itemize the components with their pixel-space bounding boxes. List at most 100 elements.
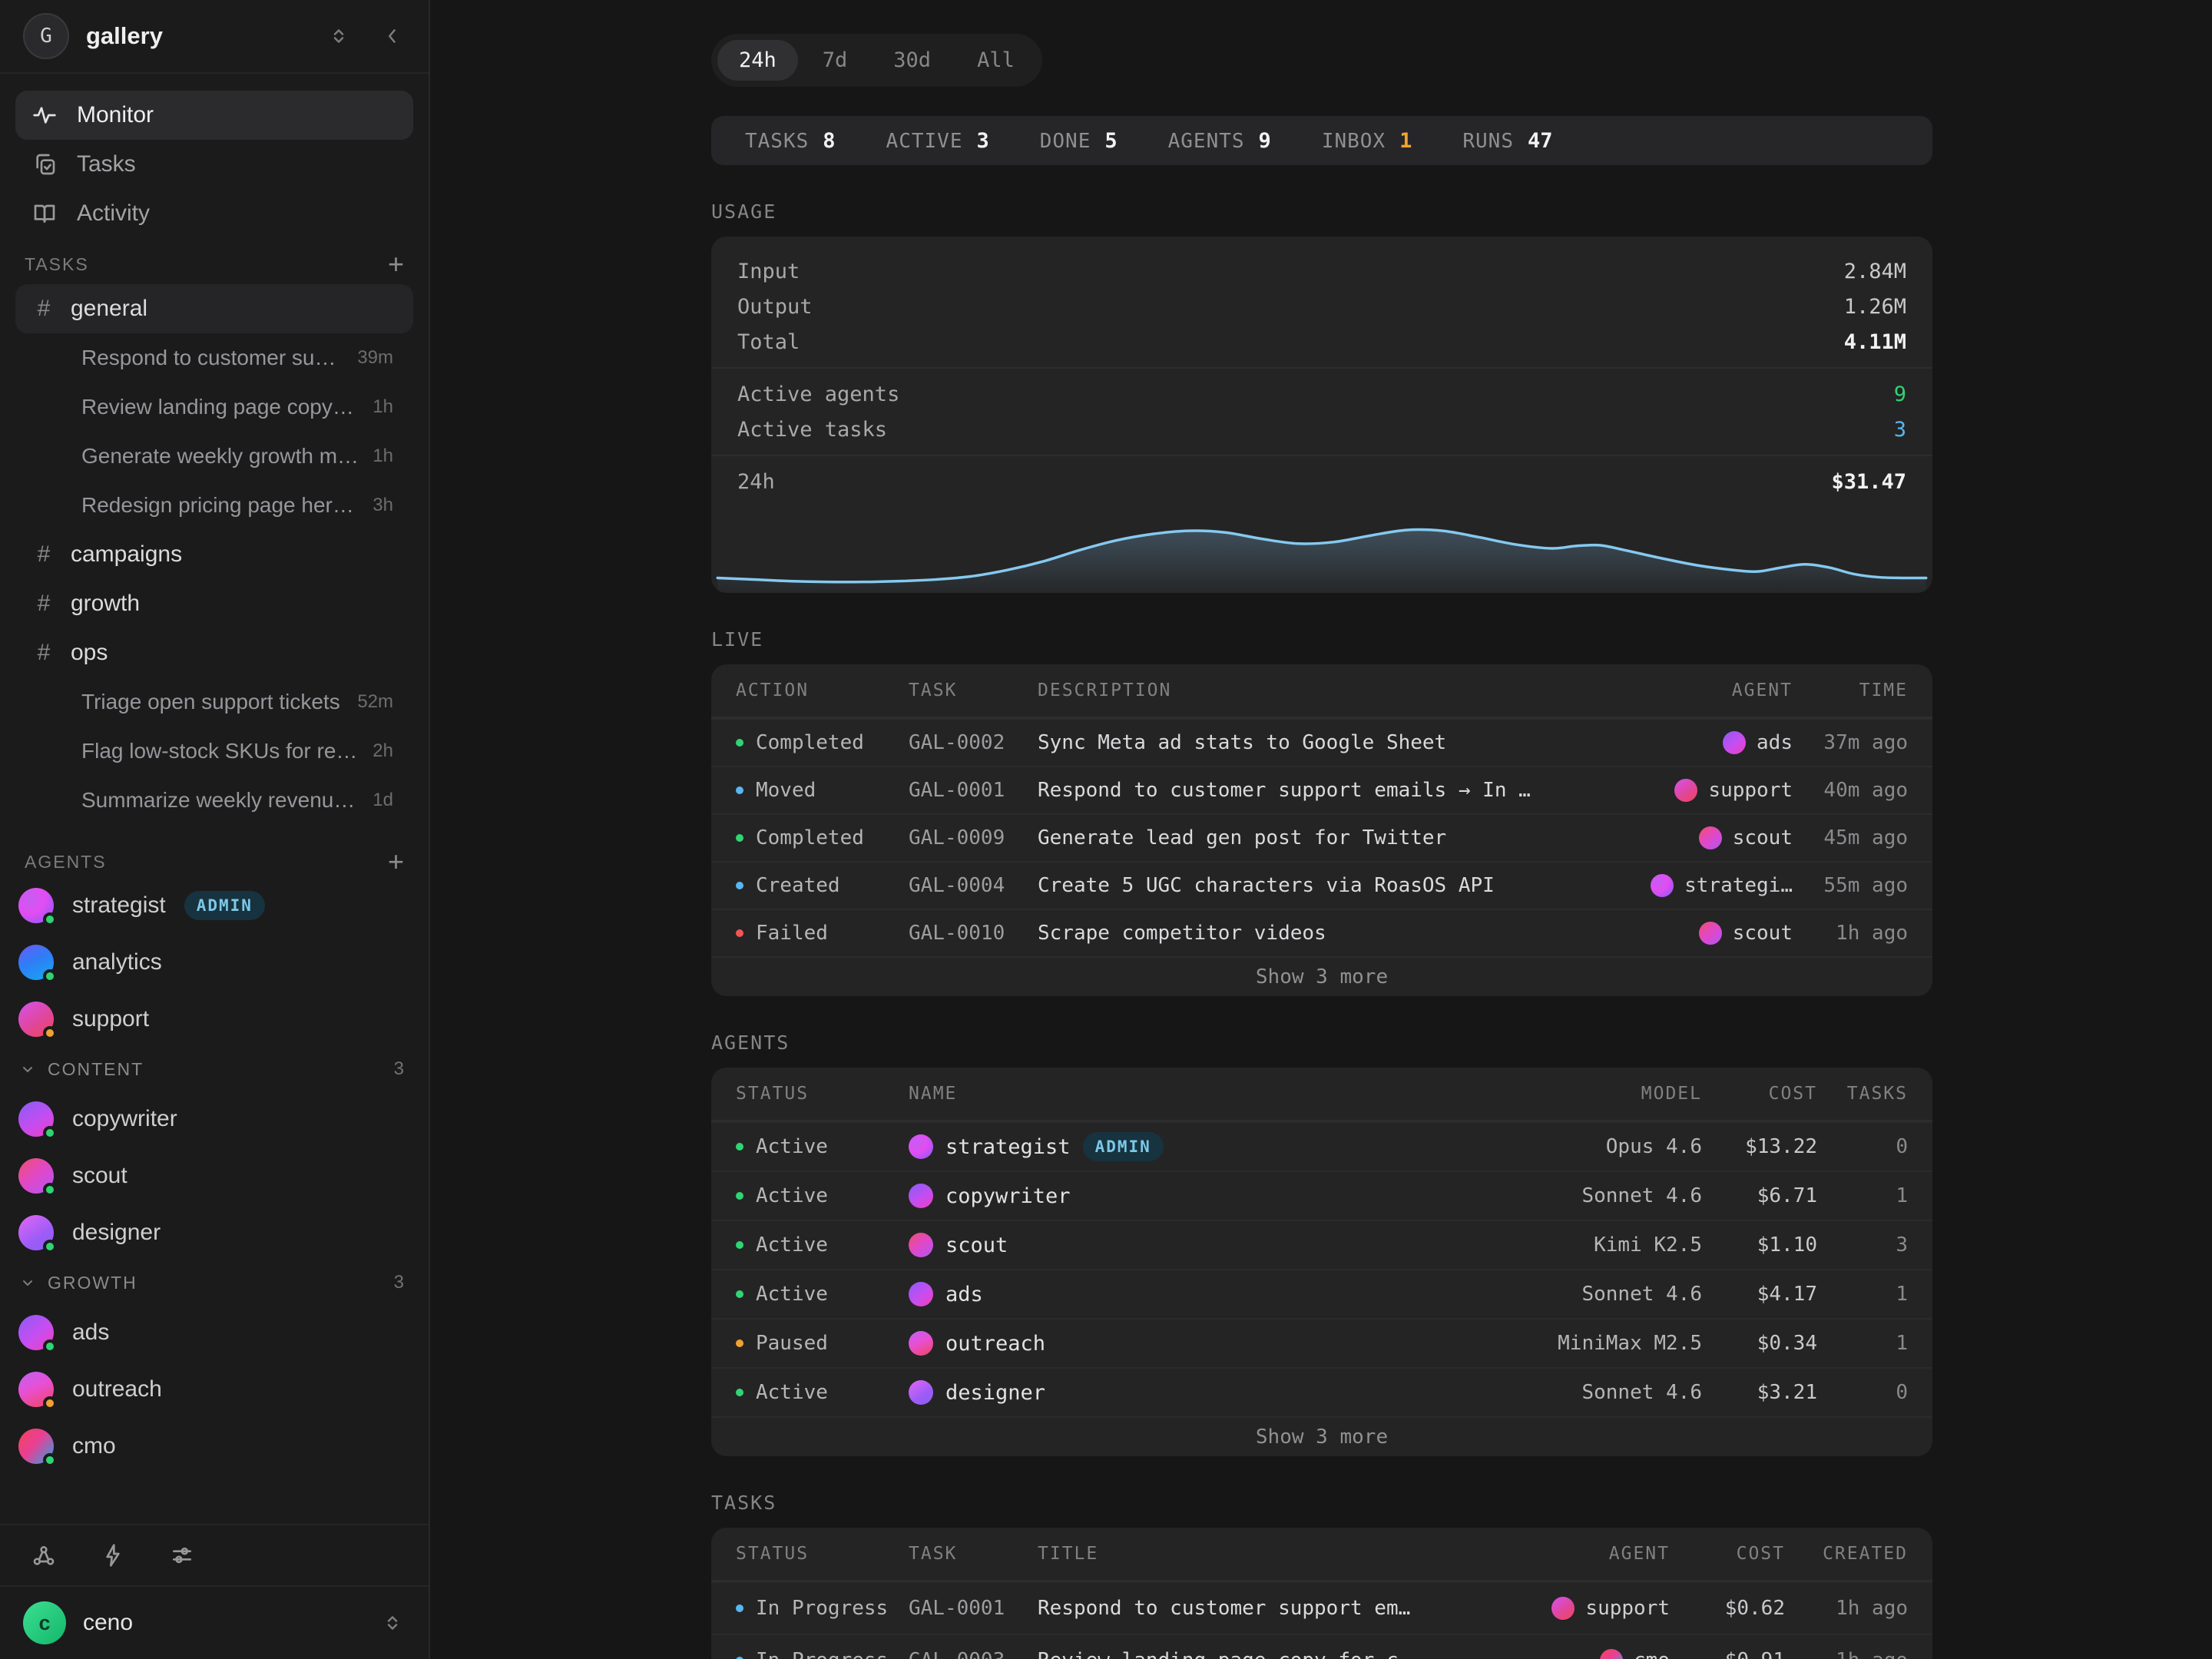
avatar bbox=[18, 1429, 54, 1464]
live-row[interactable]: Completed GAL-0002 Sync Meta ad stats to… bbox=[711, 718, 1932, 766]
agent-row[interactable]: Active designer Sonnet 4.6 $3.21 0 bbox=[711, 1367, 1932, 1416]
avatar bbox=[909, 1184, 933, 1208]
sidebar-agent-scout[interactable]: scout bbox=[0, 1147, 429, 1204]
lightning-icon[interactable] bbox=[100, 1542, 126, 1568]
sidebar-agent-copywriter[interactable]: copywriter bbox=[0, 1091, 429, 1147]
stat-inbox[interactable]: INBOX1 bbox=[1322, 129, 1412, 153]
stat-tasks[interactable]: TASKS8 bbox=[745, 129, 836, 153]
sidebar-task[interactable]: Triage open support tickets 52m bbox=[15, 677, 413, 727]
stat-agents[interactable]: AGENTS9 bbox=[1168, 129, 1271, 153]
tab-all[interactable]: All bbox=[955, 40, 1036, 81]
sidebar-collapse-icon[interactable] bbox=[379, 23, 406, 49]
sidebar-task[interactable]: Flag low-stock SKUs for reorder 2h bbox=[15, 727, 413, 776]
nav-item-tasks[interactable]: Tasks bbox=[15, 140, 413, 189]
avatar bbox=[1674, 779, 1697, 802]
hash-icon: # bbox=[32, 640, 55, 666]
stat-active[interactable]: ACTIVE3 bbox=[886, 129, 989, 153]
avatar bbox=[909, 1380, 933, 1405]
stat-done[interactable]: DONE5 bbox=[1040, 129, 1118, 153]
agent-name: support bbox=[72, 1006, 149, 1032]
status-dot bbox=[736, 739, 743, 747]
sidebar-task[interactable]: Generate weekly growth metrics re… 1h bbox=[15, 432, 413, 481]
sidebar-agent-designer[interactable]: designer bbox=[0, 1204, 429, 1261]
avatar bbox=[18, 1158, 54, 1194]
status-dot bbox=[736, 1604, 743, 1612]
task-time: 2h bbox=[373, 740, 393, 762]
graph-nodes-icon[interactable] bbox=[31, 1542, 57, 1568]
avatar bbox=[18, 1215, 54, 1250]
live-row[interactable]: Created GAL-0004 Create 5 UGC characters… bbox=[711, 861, 1932, 909]
agent-row[interactable]: Active scout Kimi K2.5 $1.10 3 bbox=[711, 1220, 1932, 1269]
group-label: CONTENT bbox=[48, 1059, 144, 1080]
sidebar-task[interactable]: Summarize weekly revenue by cha… 1d bbox=[15, 776, 413, 825]
workspace-switcher-icon[interactable] bbox=[326, 23, 352, 49]
sidebar-task[interactable]: Redesign pricing page hero section 3h bbox=[15, 481, 413, 530]
sidebar-agent-outreach[interactable]: outreach bbox=[0, 1361, 429, 1418]
agent-name: scout bbox=[72, 1163, 127, 1189]
live-row[interactable]: Moved GAL-0001 Respond to customer suppo… bbox=[711, 766, 1932, 813]
hash-icon: # bbox=[32, 296, 55, 322]
active-agents-row: Active agents 9 bbox=[711, 376, 1932, 412]
avatar bbox=[1651, 874, 1674, 897]
tab-24h[interactable]: 24h bbox=[717, 40, 798, 81]
agent-group-growth[interactable]: GROWTH 3 bbox=[0, 1261, 429, 1304]
sidebar-agent-ads[interactable]: ads bbox=[0, 1304, 429, 1361]
sidebar-agent-cmo[interactable]: cmo bbox=[0, 1418, 429, 1475]
sidebar-agent-support[interactable]: support bbox=[0, 991, 429, 1048]
tab-30d[interactable]: 30d bbox=[872, 40, 952, 81]
agents-section-label: AGENTS bbox=[25, 852, 107, 873]
channel-label: campaigns bbox=[71, 541, 182, 568]
channel-general[interactable]: # general bbox=[15, 284, 413, 333]
workspace-logo: G bbox=[23, 13, 69, 59]
tab-7d[interactable]: 7d bbox=[801, 40, 869, 81]
avatar bbox=[1551, 1597, 1575, 1620]
channel-ops[interactable]: # ops bbox=[15, 628, 413, 677]
stat-runs[interactable]: RUNS47 bbox=[1462, 129, 1552, 153]
sidebar-agent-strategist[interactable]: strategist ADMIN bbox=[0, 877, 429, 934]
add-task-button[interactable]: + bbox=[388, 250, 404, 278]
channel-label: ops bbox=[71, 640, 108, 666]
task-row[interactable]: In Progress GAL-0001 Respond to customer… bbox=[711, 1581, 1932, 1634]
agent-name: cmo bbox=[72, 1433, 116, 1459]
agent-row[interactable]: Active strategistADMIN Opus 4.6 $13.22 0 bbox=[711, 1121, 1932, 1171]
usage-output-value: 1.26M bbox=[1844, 295, 1906, 319]
user-menu[interactable]: c ceno bbox=[0, 1585, 429, 1659]
task-time: 3h bbox=[373, 495, 393, 516]
agents-section-label: AGENTS bbox=[711, 1031, 1932, 1054]
agents-show-more-button[interactable]: Show 3 more bbox=[711, 1416, 1932, 1456]
task-time: 52m bbox=[357, 691, 393, 713]
sidebar-toolbar bbox=[0, 1524, 429, 1585]
channel-campaigns[interactable]: # campaigns bbox=[15, 530, 413, 579]
agent-row[interactable]: Active ads Sonnet 4.6 $4.17 1 bbox=[711, 1269, 1932, 1318]
workspace-header[interactable]: G gallery bbox=[0, 0, 429, 74]
avatar bbox=[1699, 922, 1722, 945]
tasks-panel: STATUS TASK TITLE AGENT COST CREATED In … bbox=[711, 1528, 1932, 1659]
presence-dot bbox=[43, 1126, 57, 1140]
avatar bbox=[18, 1101, 54, 1137]
agent-row[interactable]: Active copywriter Sonnet 4.6 $6.71 1 bbox=[711, 1171, 1932, 1220]
agents-section-header: AGENTS + bbox=[0, 846, 429, 877]
live-row[interactable]: Completed GAL-0009 Generate lead gen pos… bbox=[711, 813, 1932, 861]
user-name: ceno bbox=[83, 1610, 363, 1636]
agent-row[interactable]: Paused outreach MiniMax M2.5 $0.34 1 bbox=[711, 1318, 1932, 1367]
sliders-icon[interactable] bbox=[169, 1542, 195, 1568]
nav-item-activity[interactable]: Activity bbox=[15, 189, 413, 238]
add-agent-button[interactable]: + bbox=[388, 848, 404, 876]
presence-dot bbox=[43, 912, 57, 926]
live-show-more-button[interactable]: Show 3 more bbox=[711, 956, 1932, 996]
sidebar-task[interactable]: Review landing page copy for conv… 1h bbox=[15, 382, 413, 432]
sidebar-agent-analytics[interactable]: analytics bbox=[0, 934, 429, 991]
nav-item-monitor[interactable]: Monitor bbox=[15, 91, 413, 140]
stats-bar: TASKS8 ACTIVE3 DONE5 AGENTS9 INBOX1 RUNS… bbox=[711, 116, 1932, 165]
avatar bbox=[18, 1002, 54, 1037]
chevron-down-icon bbox=[18, 1060, 37, 1078]
agent-group-content[interactable]: CONTENT 3 bbox=[0, 1048, 429, 1091]
presence-dot bbox=[43, 1339, 57, 1353]
status-dot bbox=[736, 834, 743, 842]
task-row[interactable]: In Progress GAL-0003 Review landing page… bbox=[711, 1634, 1932, 1659]
task-title: Review landing page copy for conv… bbox=[81, 395, 359, 419]
channel-growth[interactable]: # growth bbox=[15, 579, 413, 628]
live-row[interactable]: Failed GAL-0010 Scrape competitor videos… bbox=[711, 909, 1932, 956]
sidebar-task[interactable]: Respond to customer support em… 39m bbox=[15, 333, 413, 382]
avatar bbox=[909, 1331, 933, 1356]
